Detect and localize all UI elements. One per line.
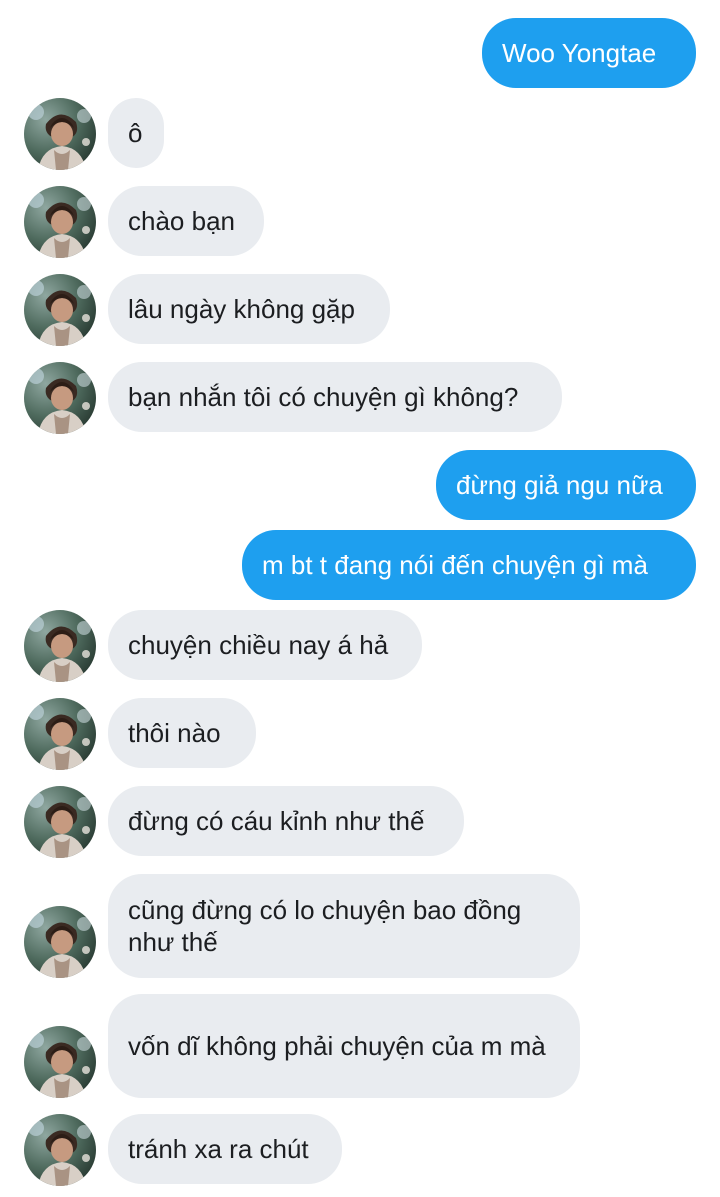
message-text: chuyện chiều nay á hả bbox=[128, 630, 389, 660]
contact-avatar-icon[interactable] bbox=[24, 786, 96, 858]
message-text: ô bbox=[128, 118, 143, 148]
incoming-message-bubble[interactable]: lâu ngày không gặp bbox=[108, 274, 390, 344]
message-text: thôi nào bbox=[128, 718, 221, 748]
contact-avatar-icon[interactable] bbox=[24, 1114, 96, 1186]
message-text: bạn nhắn tôi có chuyện gì không? bbox=[128, 382, 519, 412]
outgoing-message-bubble[interactable]: đừng giả ngu nữa bbox=[436, 450, 696, 520]
message-text: đừng giả ngu nữa bbox=[456, 470, 663, 500]
message-text: vốn dĩ không phải chuyện của m mà bbox=[128, 1031, 546, 1061]
incoming-message-bubble[interactable]: chuyện chiều nay á hả bbox=[108, 610, 422, 680]
contact-avatar-icon[interactable] bbox=[24, 610, 96, 682]
incoming-message-bubble[interactable]: đừng có cáu kỉnh như thế bbox=[108, 786, 464, 856]
message-text: Woo Yongtae bbox=[502, 38, 657, 68]
incoming-message-bubble[interactable]: thôi nào bbox=[108, 698, 256, 768]
message-text: m bt t đang nói đến chuyện gì mà bbox=[262, 550, 648, 580]
message-text: tránh xa ra chút bbox=[128, 1134, 309, 1164]
message-text: đừng có cáu kỉnh như thế bbox=[128, 806, 425, 836]
contact-avatar-icon[interactable] bbox=[24, 698, 96, 770]
incoming-message-bubble[interactable]: ô bbox=[108, 98, 164, 168]
incoming-message-bubble[interactable]: vốn dĩ không phải chuyện của m mà bbox=[108, 994, 580, 1098]
contact-avatar-icon[interactable] bbox=[24, 274, 96, 346]
contact-avatar-icon[interactable] bbox=[24, 1026, 96, 1098]
message-text: chào bạn bbox=[128, 206, 235, 236]
message-text: lâu ngày không gặp bbox=[128, 294, 355, 324]
incoming-message-bubble[interactable]: chào bạn bbox=[108, 186, 264, 256]
message-thread: Woo Yongtae ô chào bạn lâu ngày không gặ… bbox=[0, 0, 720, 1197]
incoming-message-bubble[interactable]: tránh xa ra chút bbox=[108, 1114, 342, 1184]
incoming-message-bubble[interactable]: bạn nhắn tôi có chuyện gì không? bbox=[108, 362, 562, 432]
outgoing-message-bubble[interactable]: m bt t đang nói đến chuyện gì mà bbox=[242, 530, 696, 600]
contact-avatar-icon[interactable] bbox=[24, 362, 96, 434]
contact-avatar-icon[interactable] bbox=[24, 98, 96, 170]
contact-avatar-icon[interactable] bbox=[24, 186, 96, 258]
message-text: cũng đừng có lo chuyện bao đồng như thế bbox=[128, 895, 522, 957]
outgoing-message-bubble[interactable]: Woo Yongtae bbox=[482, 18, 696, 88]
contact-avatar-icon[interactable] bbox=[24, 906, 96, 978]
incoming-message-bubble[interactable]: cũng đừng có lo chuyện bao đồng như thế bbox=[108, 874, 580, 978]
